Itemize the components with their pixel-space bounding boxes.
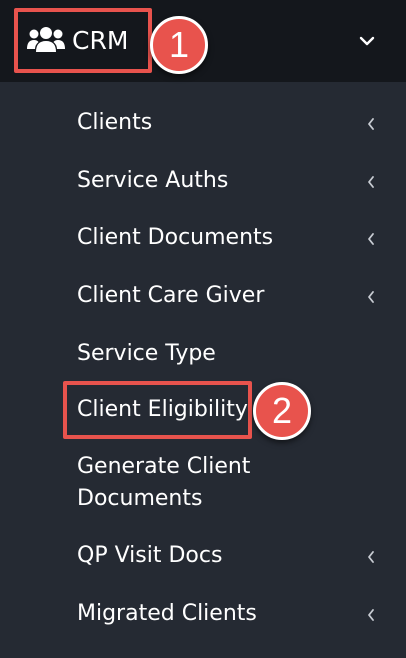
menu-item-label: Clients	[77, 110, 153, 135]
menu-item-migrated-clients[interactable]: Migrated Clients	[0, 598, 406, 630]
menu-item-label: Service Auths	[77, 168, 229, 193]
chevron-left-icon	[368, 233, 374, 245]
menu-item-qp-visit-docs[interactable]: QP Visit Docs	[0, 540, 406, 572]
chevron-left-icon	[368, 291, 374, 303]
menu-item-label: Migrated Clients	[77, 601, 257, 626]
chevron-down-icon[interactable]	[356, 33, 378, 49]
callout-2-highlight	[63, 381, 252, 439]
menu-item-generate-client-documents[interactable]: Generate Client Documents	[0, 451, 406, 515]
chevron-left-icon	[368, 118, 374, 130]
chevron-left-icon	[368, 176, 374, 188]
menu-item-service-auths[interactable]: Service Auths	[0, 165, 406, 197]
menu-item-label: Generate Client	[77, 454, 251, 479]
menu-item-label: Service Type	[77, 341, 216, 366]
menu-item-label: Client Documents	[77, 225, 274, 250]
menu-item-label: QP Visit Docs	[77, 543, 223, 568]
callout-1-highlight	[14, 8, 152, 73]
menu-item-label-continued: Documents	[77, 486, 203, 511]
chevron-left-icon	[368, 609, 374, 621]
callout-1-badge: 1	[150, 16, 208, 74]
menu-item-label: Client Care Giver	[77, 283, 265, 308]
menu-item-clients[interactable]: Clients	[0, 107, 406, 139]
menu-item-client-care-giver[interactable]: Client Care Giver	[0, 280, 406, 312]
chevron-left-icon	[368, 551, 374, 563]
menu-item-client-documents[interactable]: Client Documents	[0, 222, 406, 254]
menu-item-service-type[interactable]: Service Type	[0, 338, 406, 370]
callout-2-badge: 2	[253, 382, 311, 440]
